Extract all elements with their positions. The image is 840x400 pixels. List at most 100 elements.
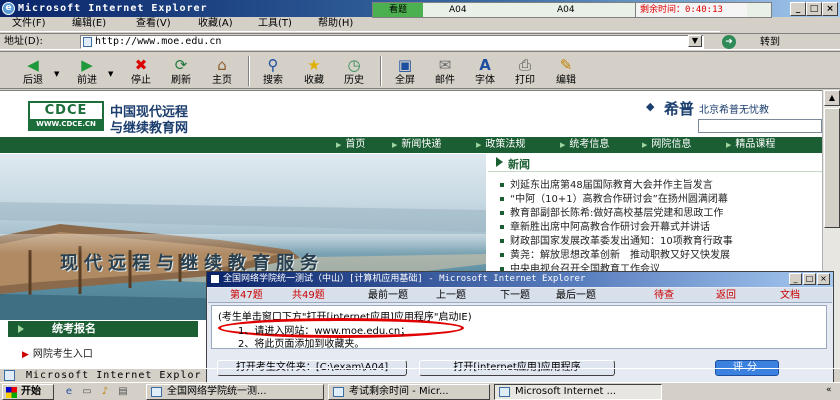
nav-home-label: 首页 [345,139,366,150]
dialog-window-icon [210,274,220,284]
prev-question-button[interactable]: 上一题 [436,288,466,303]
start-button[interactable]: 开始 [2,384,54,400]
nav-arrow-icon: ▶ [336,141,342,149]
windows-logo-icon [6,387,17,398]
first-question-button[interactable]: 最前一题 [368,288,408,303]
xipu-logo-icon: ◆ [646,100,655,113]
nav-arrow-icon: ▶ [726,141,732,149]
nav-arrow-icon: ▶ [560,141,566,149]
close-button[interactable]: × [822,2,838,16]
address-dropdown-arrow-icon[interactable]: ▼ [688,35,702,47]
forward-arrow-icon: ▶ [81,56,93,74]
menu-edit[interactable]: 编辑(E) [72,17,106,31]
menu-favorites[interactable]: 收藏(A) [198,17,233,31]
mail-button[interactable]: ✉ 邮件 [428,54,462,88]
go-arrow-icon: ➜ [722,35,736,49]
stop-icon: ✖ [134,56,148,74]
search-button[interactable]: ⚲ 搜索 [256,54,290,88]
window-icon [333,387,344,397]
nav-arrow-icon: ▶ [476,141,482,149]
desktop-quicklaunch-icon[interactable]: ▭ [80,385,94,399]
taskbar-item-ie[interactable]: Microsoft Internet ... [494,384,662,400]
menu-tools[interactable]: 工具(T) [258,17,292,31]
nav-college-info[interactable]: ▶ 网院信息 [642,137,691,153]
font-button[interactable]: A 字体 [468,54,502,88]
cdce-logo[interactable]: CDCE WWW.CDCE.CN [28,101,104,131]
exam-dialog: 全国网络学院统一测试（中山）[计算机应用基础] - Microsoft Inte… [206,271,834,383]
dialog-minimize-button[interactable]: _ [789,273,802,285]
forward-dropdown-icon[interactable]: ▼ [108,70,113,78]
nav-news[interactable]: ▶ 新闻快递 [392,137,441,153]
student-portal-link[interactable]: ▶ 网院考生入口 [22,345,93,360]
menu-help[interactable]: 帮助(H) [318,17,353,31]
news-item-text: 章新胜出席中阿高教合作研讨会开幕式并讲话 [510,222,710,233]
back-button[interactable]: ◀ 后退 [14,54,52,88]
news-item[interactable]: 章新胜出席中阿高教合作研讨会开幕式并讲话 [500,221,822,235]
signup-arrow-icon [18,325,24,333]
site-search-input[interactable] [698,119,822,133]
scroll-up-icon[interactable]: ▲ [824,90,840,106]
next-question-button[interactable]: 下一题 [500,288,530,303]
dialog-close-button[interactable]: × [817,273,830,285]
tray-expand-icon[interactable]: « [826,385,832,395]
fullscreen-icon: ▣ [397,56,413,74]
mark-review-button[interactable]: 待查 [654,288,674,303]
document-button[interactable]: 文档 [780,288,800,303]
search-icon: ⚲ [267,56,279,74]
refresh-button[interactable]: ⟳ 刷新 [164,54,198,88]
nav-exam-info[interactable]: ▶ 统考信息 [560,137,609,153]
restore-button[interactable]: □ [806,2,822,16]
favorites-label: 收藏 [304,75,324,86]
media-quicklaunch-icon[interactable]: ♪ [98,385,112,399]
news-item[interactable]: 刘延东出席第48届国际教育大会并作主旨发言 [500,179,822,193]
news-title: 新闻 [508,158,530,171]
scroll-thumb[interactable] [824,108,840,228]
fullscreen-label: 全屏 [395,75,415,86]
stop-button[interactable]: ✖ 停止 [124,54,158,88]
folder-quicklaunch-icon[interactable]: ▤ [116,385,130,399]
nav-courses[interactable]: ▶ 精品课程 [726,137,775,153]
dialog-restore-button[interactable]: □ [803,273,816,285]
menu-bar: 文件(F) 编辑(E) 查看(V) 收藏(A) 工具(T) 帮助(H) [0,17,720,32]
nav-exam-info-label: 统考信息 [569,139,610,150]
bullet-icon [500,183,504,187]
news-item[interactable]: 黄尧：解放思想改革创新 推动职教又好又快发展 [500,249,822,263]
news-item[interactable]: 教育部副部长陈希:做好高校基层党建和思政工作 [500,207,822,221]
nav-home[interactable]: ▶ 首页 [336,137,365,153]
taskbar-item-exam[interactable]: 全国网络学院统一测... [146,384,324,400]
address-input[interactable]: http://www.moe.edu.cn [80,35,704,49]
address-url: http://www.moe.edu.cn [95,36,222,47]
news-arrow-icon [496,157,503,167]
history-button[interactable]: ◷ 历史 [336,54,372,88]
last-question-button[interactable]: 最后一题 [556,288,596,303]
menu-view[interactable]: 查看(V) [136,17,171,31]
edit-button[interactable]: ✎ 编辑 [548,54,584,88]
print-button[interactable]: ⎙ 打印 [508,54,542,88]
address-bar: 地址(D): http://www.moe.edu.cn ▼ ➜ 转到 [0,33,840,50]
go-button[interactable]: ➜ 转到 [722,35,798,50]
nav-courses-label: 精品课程 [735,139,776,150]
nav-college-info-label: 网院信息 [651,139,692,150]
view-question-tab[interactable]: 看题 [373,3,423,17]
history-icon: ◷ [347,56,361,74]
question-body: (考生单击窗口下方"打开[internet应用]应用程序"启动IE) 1、请进入… [211,305,827,349]
return-button[interactable]: 返回 [716,288,736,303]
home-button[interactable]: ⌂ 主页 [204,54,240,88]
news-item[interactable]: 财政部国家发展改革委发出通知：10项教育行政事 [500,235,822,249]
taskbar-item-timer[interactable]: 考试剩余时间 - Micr... [328,384,490,400]
favorites-button[interactable]: ★ 收藏 [296,54,332,88]
nav-policy[interactable]: ▶ 政策法规 [476,137,525,153]
partner-name[interactable]: 希普 [664,98,694,119]
refresh-icon: ⟳ [174,56,188,74]
back-dropdown-icon[interactable]: ▼ [54,70,59,78]
bullet-icon [500,225,504,229]
fullscreen-button[interactable]: ▣ 全屏 [388,54,422,88]
page-status-icon [4,370,15,381]
ie-quicklaunch-icon[interactable]: e [62,385,76,399]
forward-button[interactable]: ▶ 前进 [68,54,106,88]
forward-label: 前进 [77,75,97,86]
menu-file[interactable]: 文件(F) [12,17,46,31]
question-total: 共49题 [292,290,325,301]
news-item[interactable]: “中阿（10+1）高教合作研讨会”在扬州圆满闭幕 [500,193,822,207]
minimize-button[interactable]: _ [790,2,806,16]
